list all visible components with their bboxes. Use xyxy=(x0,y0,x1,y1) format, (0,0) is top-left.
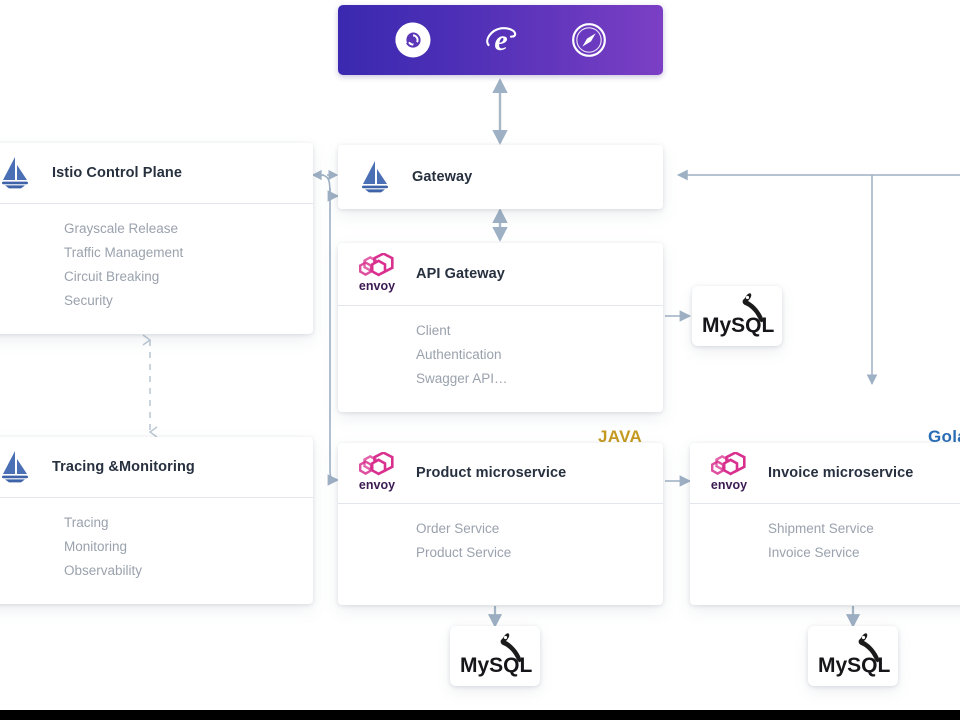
istio-sailboat-icon xyxy=(0,156,52,190)
card-api-gateway[interactable]: envoy API Gateway Client Authentication … xyxy=(338,243,663,412)
card-header: envoy API Gateway xyxy=(338,243,663,305)
card-body: Tracing Monitoring Observability xyxy=(0,497,313,593)
svg-text:MySQL: MySQL xyxy=(702,314,775,337)
card-header: Istio Control Plane xyxy=(0,143,313,203)
card-tracing-monitoring[interactable]: Tracing &Monitoring Tracing Monitoring O… xyxy=(0,437,313,604)
list-item[interactable]: Invoice Service xyxy=(690,541,960,565)
list-item[interactable]: Observability xyxy=(0,559,313,583)
chrome-icon[interactable] xyxy=(393,20,433,60)
card-invoice-microservice[interactable]: envoy Invoice microservice Shipment Serv… xyxy=(690,443,960,605)
svg-text:envoy: envoy xyxy=(359,478,395,492)
card-header: envoy Product microservice xyxy=(338,443,663,503)
card-title: Invoice microservice xyxy=(768,465,914,481)
card-istio-control-plane[interactable]: Istio Control Plane Grayscale Release Tr… xyxy=(0,143,313,334)
internet-explorer-icon[interactable]: e xyxy=(481,20,521,60)
list-item[interactable]: Circuit Breaking xyxy=(0,265,313,289)
card-product-microservice[interactable]: envoy Product microservice Order Service… xyxy=(338,443,663,605)
mysql-logo: MySQL xyxy=(460,633,533,677)
envoy-icon: envoy xyxy=(338,253,416,295)
card-body: Grayscale Release Traffic Management Cir… xyxy=(0,203,313,323)
db-mysql-api-gateway[interactable]: MySQL xyxy=(692,286,782,346)
envoy-icon: envoy xyxy=(690,452,768,494)
istio-sailboat-icon xyxy=(0,450,52,484)
istio-sailboat-icon xyxy=(338,160,412,194)
card-title: Gateway xyxy=(412,169,473,185)
architecture-diagram-canvas: gateway (dashed double arrow, small) -->… xyxy=(0,0,960,720)
db-mysql-product[interactable]: MySQL xyxy=(450,626,540,686)
list-item[interactable]: Monitoring xyxy=(0,535,313,559)
svg-text:envoy: envoy xyxy=(359,279,395,293)
card-title: Tracing &Monitoring xyxy=(52,459,195,475)
list-item[interactable]: Order Service xyxy=(338,517,663,541)
card-gateway[interactable]: Gateway xyxy=(338,145,663,209)
svg-text:MySQL: MySQL xyxy=(460,654,533,677)
card-body: Client Authentication Swagger API… xyxy=(338,305,663,401)
list-item[interactable]: Grayscale Release xyxy=(0,217,313,241)
db-mysql-invoice[interactable]: MySQL xyxy=(808,626,898,686)
mysql-logo: MySQL xyxy=(702,293,775,337)
card-title: Product microservice xyxy=(416,465,567,481)
browser-bar: e xyxy=(338,5,663,75)
card-header: Tracing &Monitoring xyxy=(0,437,313,497)
list-item[interactable]: Product Service xyxy=(338,541,663,565)
card-header: Gateway xyxy=(338,145,663,209)
card-header: envoy Invoice microservice xyxy=(690,443,960,503)
card-title: API Gateway xyxy=(416,266,505,282)
svg-text:envoy: envoy xyxy=(711,478,747,492)
bottom-strip xyxy=(0,710,960,720)
list-item[interactable]: Tracing xyxy=(0,511,313,535)
card-body: Shipment Service Invoice Service xyxy=(690,503,960,575)
envoy-icon: envoy xyxy=(338,452,416,494)
list-item[interactable]: Authentication xyxy=(338,343,663,367)
safari-icon[interactable] xyxy=(569,20,609,60)
card-title: Istio Control Plane xyxy=(52,165,182,181)
list-item[interactable]: Swagger API… xyxy=(338,367,663,391)
list-item[interactable]: Client xyxy=(338,319,663,343)
card-body: Order Service Product Service xyxy=(338,503,663,575)
list-item[interactable]: Traffic Management xyxy=(0,241,313,265)
list-item[interactable]: Shipment Service xyxy=(690,517,960,541)
list-item[interactable]: Security xyxy=(0,289,313,313)
connector-sidecar-injection-rail xyxy=(319,174,340,486)
svg-text:MySQL: MySQL xyxy=(818,654,891,677)
mysql-logo: MySQL xyxy=(818,633,891,677)
